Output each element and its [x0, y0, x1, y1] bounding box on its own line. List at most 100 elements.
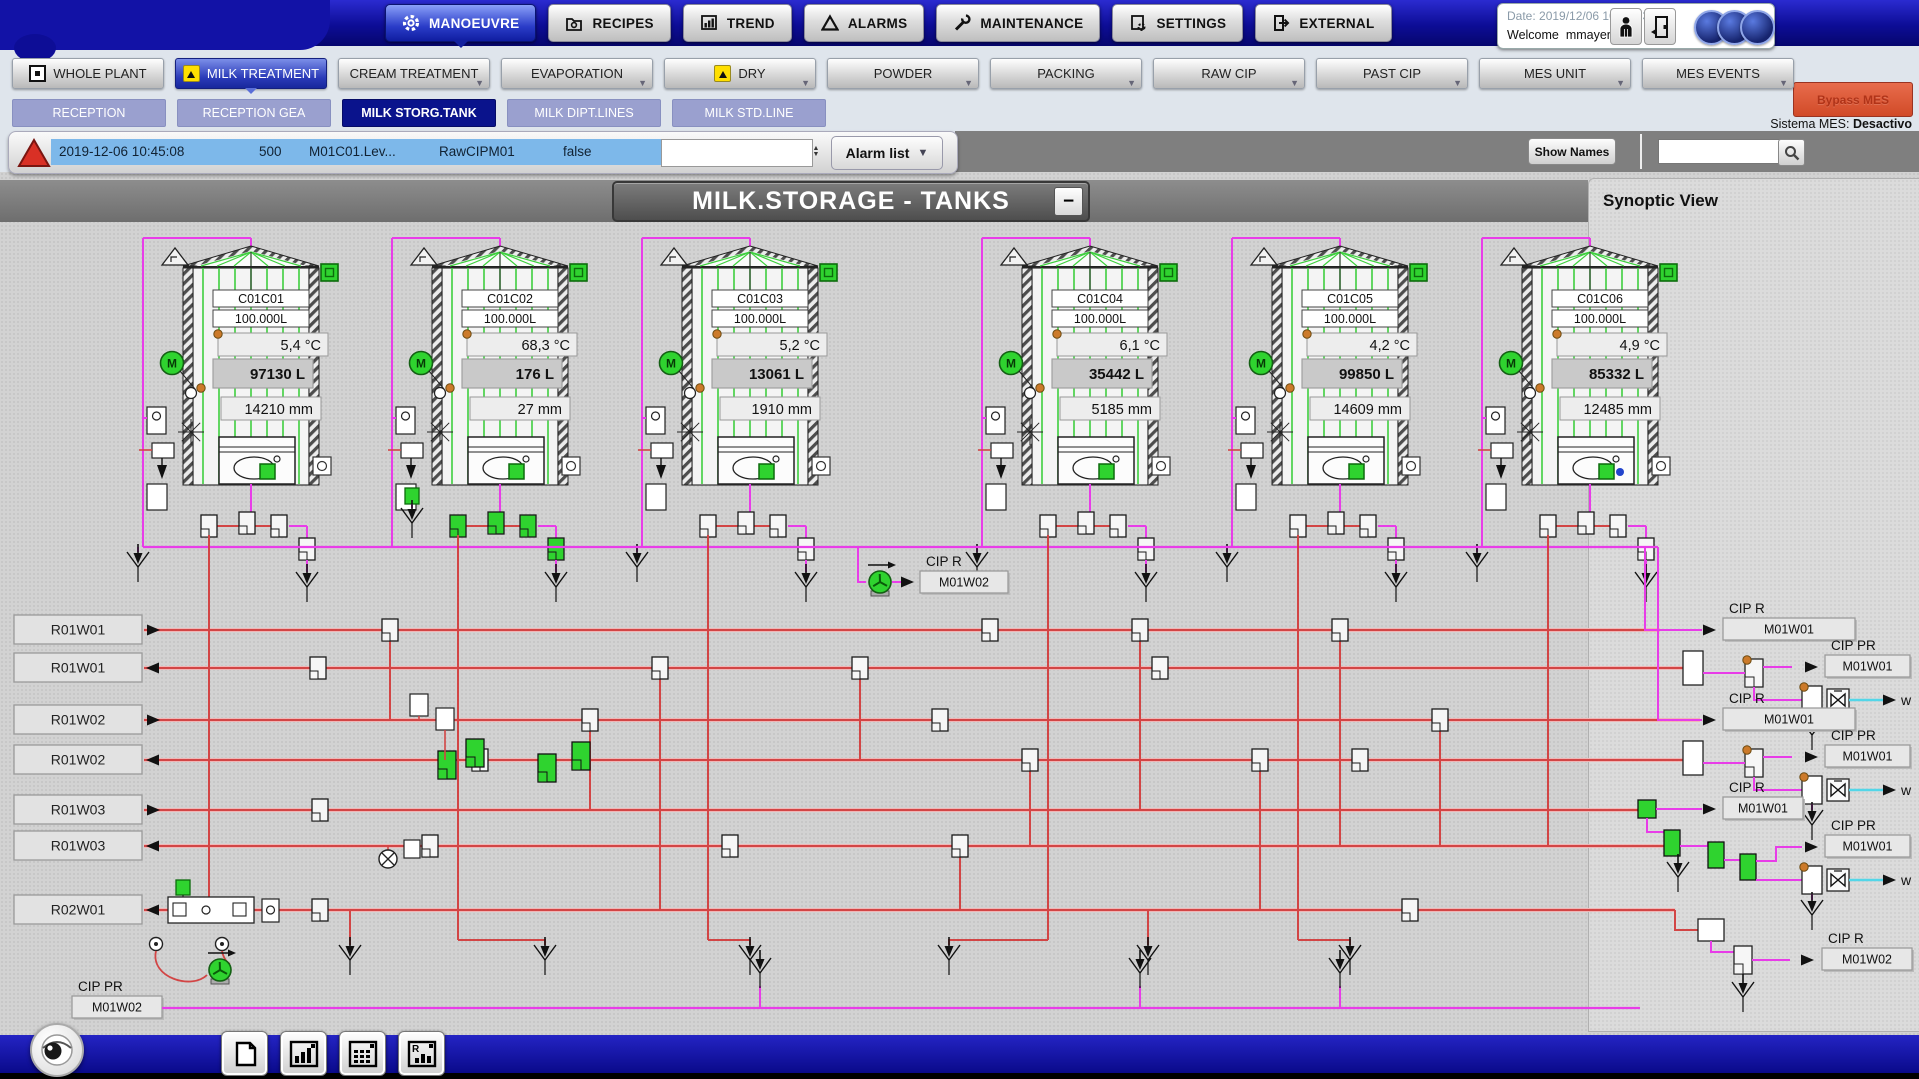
logout-door-icon[interactable] — [1644, 8, 1676, 45]
page-title-bar: MILK.STORAGE - TANKS − — [612, 181, 1090, 222]
tab-milk-treatment[interactable]: MILK TREATMENT — [175, 58, 327, 89]
chevron-down-icon: ▼ — [638, 78, 647, 88]
valve[interactable] — [1040, 515, 1056, 537]
valve[interactable] — [952, 835, 968, 857]
recipes-folder-icon — [565, 14, 583, 32]
tab-packing[interactable]: PACKING▼ — [990, 58, 1142, 89]
valve[interactable] — [722, 835, 738, 857]
search-input[interactable] — [1658, 139, 1784, 164]
menu-maintenance[interactable]: MAINTENANCE — [936, 4, 1100, 42]
valve[interactable] — [312, 799, 328, 821]
alarm-triangle-icon — [821, 14, 839, 32]
tab-mes-events[interactable]: MES EVENTS▼ — [1642, 58, 1794, 89]
valve[interactable] — [1110, 515, 1126, 537]
valve[interactable] — [1022, 749, 1038, 771]
valve[interactable] — [582, 709, 598, 731]
tab-dry[interactable]: DRY▼ — [664, 58, 816, 89]
butterfly-valve-icon[interactable] — [1827, 689, 1849, 711]
valve[interactable] — [1328, 512, 1344, 534]
main-menu: MANOEUVRE RECIPES TREND ALARMS MAINTENANCE SE… — [385, 4, 1392, 42]
valve[interactable] — [239, 512, 255, 534]
valve[interactable] — [299, 538, 315, 560]
valve[interactable] — [1352, 749, 1368, 771]
chevron-down-icon: ▼ — [1290, 78, 1299, 88]
tab-powder[interactable]: POWDER▼ — [827, 58, 979, 89]
valve[interactable] — [932, 709, 948, 731]
valve[interactable] — [982, 619, 998, 641]
tab-past-cip[interactable]: PAST CIP▼ — [1316, 58, 1468, 89]
valve[interactable] — [271, 515, 287, 537]
valve[interactable] — [1360, 515, 1376, 537]
valve[interactable] — [1252, 749, 1268, 771]
alarm-spinner[interactable]: ▲▼ — [809, 139, 823, 165]
valve[interactable] — [1152, 657, 1168, 679]
tab-cream-treatment[interactable]: CREAM TREATMENT▼ — [338, 58, 490, 89]
alarm-row[interactable]: 2019-12-06 10:45:08 500 M01C01.Lev... Ra… — [51, 139, 661, 165]
alarm-warning-icon[interactable] — [17, 137, 51, 169]
valve[interactable] — [422, 835, 438, 857]
valve[interactable] — [472, 749, 488, 771]
subtab-milk-storg-tank[interactable]: MILK STORG.TANK — [342, 99, 496, 127]
menu-recipes[interactable]: RECIPES — [548, 4, 670, 42]
tab-mes-unit[interactable]: MES UNIT▼ — [1479, 58, 1631, 89]
butterfly-valve-icon[interactable] — [1827, 869, 1849, 891]
alarm-list-button[interactable]: Alarm list▼ — [831, 136, 943, 170]
valve[interactable] — [548, 538, 564, 560]
menu-alarms[interactable]: ALARMS — [804, 4, 925, 42]
valve[interactable] — [1132, 619, 1148, 641]
pages-icon[interactable] — [221, 1031, 268, 1076]
butterfly-valve-icon[interactable] — [1827, 779, 1849, 801]
valve[interactable] — [1388, 538, 1404, 560]
valve[interactable] — [310, 657, 326, 679]
search-icon[interactable] — [1778, 139, 1805, 166]
menu-settings[interactable]: SETTINGS — [1112, 4, 1243, 42]
menu-manoeuvre[interactable]: MANOEUVRE — [385, 4, 536, 42]
valve[interactable] — [520, 515, 536, 537]
tab-raw-cip[interactable]: RAW CIP▼ — [1153, 58, 1305, 89]
valve[interactable] — [1138, 538, 1154, 560]
panel-title: Synoptic View — [1603, 191, 1919, 211]
tab-whole-plant[interactable]: WHOLE PLANT — [12, 58, 164, 89]
eye-icon[interactable] — [30, 1023, 84, 1077]
chevron-down-icon: ▼ — [1616, 78, 1625, 88]
subtab-milk-std-line[interactable]: MILK STD.LINE — [672, 99, 826, 127]
subtab-reception-gea[interactable]: RECEPTION GEA — [177, 99, 331, 127]
valve[interactable] — [1402, 899, 1418, 921]
valve[interactable] — [382, 619, 398, 641]
chevron-down-icon: ▼ — [964, 78, 973, 88]
valve[interactable] — [798, 538, 814, 560]
calculator-window-icon[interactable] — [339, 1031, 386, 1076]
menu-trend[interactable]: TREND — [683, 4, 792, 42]
valve[interactable] — [312, 899, 328, 921]
valve[interactable] — [488, 512, 504, 534]
valve[interactable] — [738, 512, 754, 534]
date-label: Date: — [1507, 9, 1536, 23]
valve[interactable] — [1290, 515, 1306, 537]
valve[interactable] — [1540, 515, 1556, 537]
subtab-milk-dipt-lines[interactable]: MILK DIPT.LINES — [507, 99, 661, 127]
tab-evaporation[interactable]: EVAPORATION▼ — [501, 58, 653, 89]
valve[interactable] — [700, 515, 716, 537]
plant-square-icon — [29, 65, 46, 82]
bypass-mes-button[interactable]: Bypass MES — [1793, 82, 1913, 117]
valve[interactable] — [1078, 512, 1094, 534]
valve[interactable] — [852, 657, 868, 679]
valve[interactable] — [1432, 709, 1448, 731]
bar-chart-window-icon[interactable] — [280, 1031, 327, 1076]
subtab-reception[interactable]: RECEPTION — [12, 99, 166, 127]
alarm-filter-input[interactable] — [661, 139, 813, 167]
show-names-button[interactable]: Show Names — [1528, 138, 1616, 165]
valve[interactable] — [201, 515, 217, 537]
valve[interactable] — [1332, 619, 1348, 641]
valve[interactable] — [1610, 515, 1626, 537]
chevron-down-icon: ▼ — [475, 78, 484, 88]
valve[interactable] — [450, 515, 466, 537]
valve[interactable] — [1638, 538, 1654, 560]
user-icon[interactable] — [1610, 8, 1642, 45]
valve[interactable] — [652, 657, 668, 679]
minimize-button[interactable]: − — [1054, 187, 1083, 216]
report-chart-icon[interactable]: R — [398, 1031, 445, 1076]
valve[interactable] — [1578, 512, 1594, 534]
menu-external[interactable]: EXTERNAL — [1255, 4, 1391, 42]
valve[interactable] — [770, 515, 786, 537]
